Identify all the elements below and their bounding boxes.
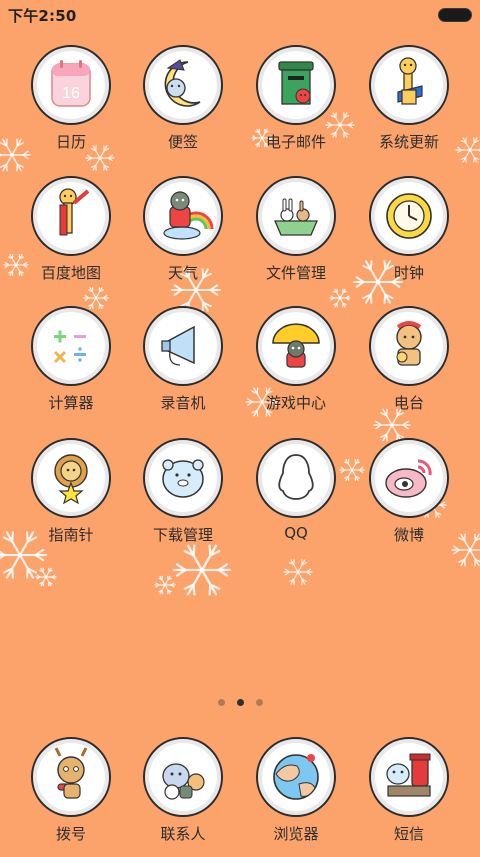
friends-group-icon[interactable] bbox=[143, 737, 223, 817]
dock-deer-phone[interactable]: 拨号 bbox=[16, 737, 126, 857]
dock-label: 联系人 bbox=[160, 823, 205, 844]
dock: 拨号 联系人 浏览器 短信 bbox=[0, 0, 480, 853]
dock-label: 浏览器 bbox=[273, 823, 318, 844]
dock-label: 短信 bbox=[394, 823, 424, 844]
globe-icon[interactable] bbox=[256, 737, 336, 817]
dock-bear-mailbox[interactable]: 短信 bbox=[354, 737, 464, 857]
dock-globe[interactable]: 浏览器 bbox=[241, 737, 351, 857]
bear-mailbox-icon[interactable] bbox=[369, 737, 449, 817]
dock-friends-group[interactable]: 联系人 bbox=[128, 737, 238, 857]
dock-label: 拨号 bbox=[56, 823, 86, 844]
deer-phone-icon[interactable] bbox=[31, 737, 111, 817]
